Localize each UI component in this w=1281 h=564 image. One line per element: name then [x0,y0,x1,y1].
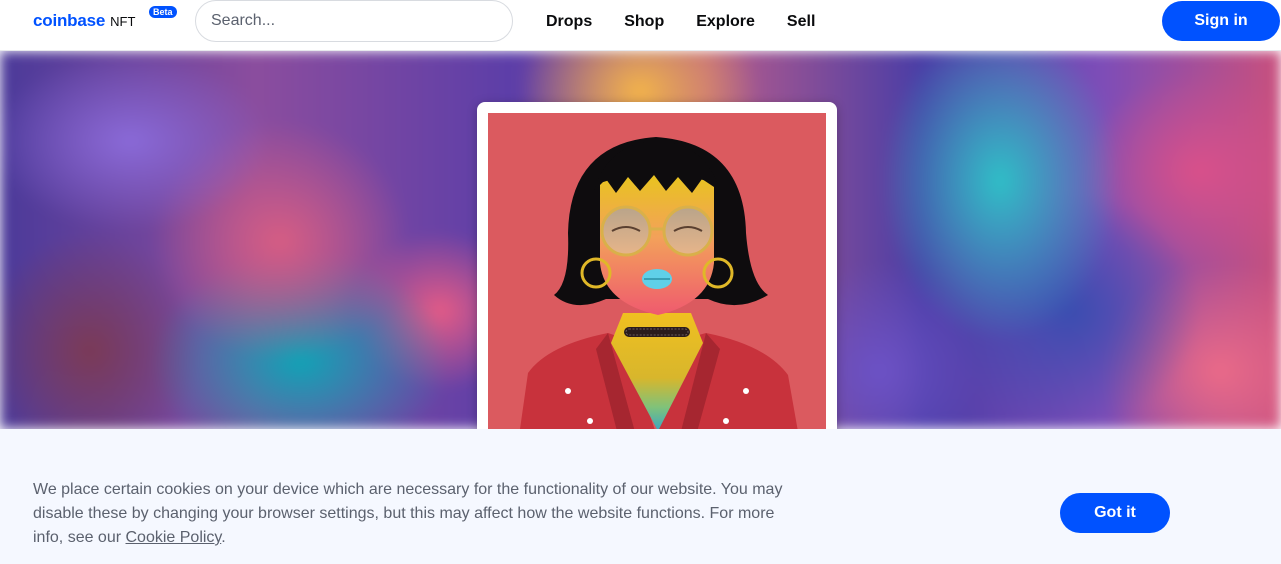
sign-in-button[interactable]: Sign in [1162,1,1280,41]
main-nav: Drops Shop Explore Sell [546,12,847,32]
logo-wordmark: coinbase [33,11,106,30]
hero-banner [0,51,1281,429]
cookie-banner: We place certain cookies on your device … [0,429,1281,564]
nav-sell[interactable]: Sell [787,12,815,32]
cookie-message-end: . [221,529,226,546]
logo-nft-suffix: NFT [110,14,136,29]
search-input[interactable] [195,0,513,42]
cookie-message: We place certain cookies on your device … [33,478,793,550]
got-it-button[interactable]: Got it [1060,493,1170,533]
nav-drops[interactable]: Drops [546,12,592,32]
top-header: coinbase NFT Beta Drops Shop Explore Sel… [0,0,1281,51]
cookie-policy-link[interactable]: Cookie Policy [126,529,222,546]
beta-badge: Beta [149,6,177,18]
nft-portrait-artwork [488,113,826,429]
coinbase-nft-logo[interactable]: coinbase NFT Beta [33,6,177,35]
nav-explore[interactable]: Explore [696,12,755,32]
nav-shop[interactable]: Shop [624,12,664,32]
featured-nft-card[interactable] [477,102,837,429]
